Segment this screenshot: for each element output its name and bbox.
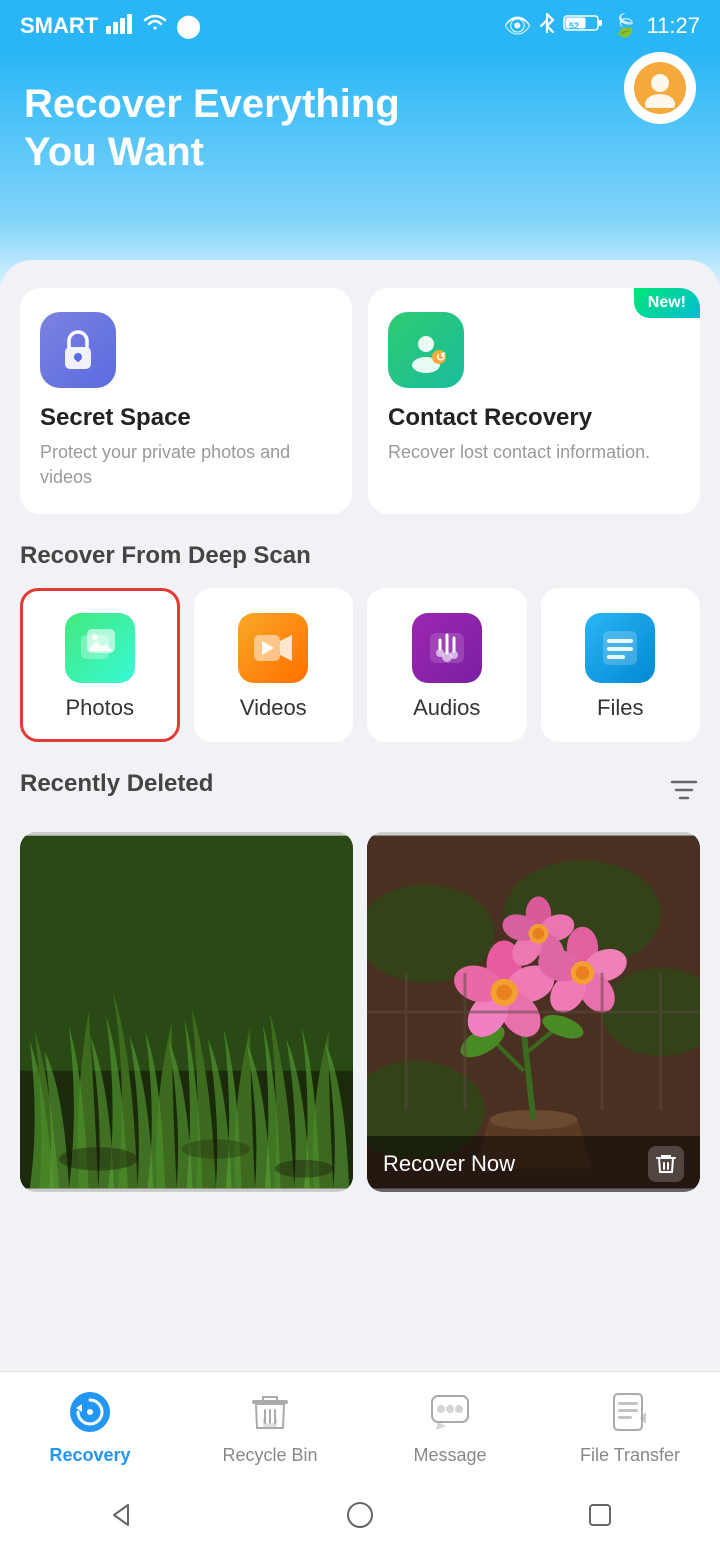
recently-deleted-header: Recently Deleted: [20, 770, 700, 816]
secret-space-card[interactable]: Secret Space Protect your private photos…: [20, 288, 352, 514]
card-icon-wrap-contact: ↺: [388, 312, 680, 388]
recently-deleted-title: Recently Deleted: [20, 770, 213, 798]
recycle-bin-nav-icon: [248, 1390, 292, 1439]
status-right: 👁 52 🍃 11:27: [503, 12, 700, 40]
recover-now-bar[interactable]: Recover Now: [367, 1136, 700, 1192]
scan-item-videos[interactable]: Videos: [194, 588, 354, 742]
circle-indicator: ⬤: [176, 13, 201, 39]
audios-icon: [412, 613, 482, 683]
lock-icon: [40, 312, 116, 388]
avatar-button[interactable]: [624, 52, 696, 124]
carrier-name: SMART: [20, 13, 98, 39]
svg-text:↺: ↺: [436, 350, 446, 364]
contact-recovery-card[interactable]: New! ↺ Contact Recovery Recover lost con…: [368, 288, 700, 514]
recents-button[interactable]: [578, 1493, 622, 1540]
card-icon-wrap-secret: [40, 312, 332, 388]
bluetooth-icon: [539, 12, 555, 40]
battery-icon: 52: [563, 13, 603, 39]
message-nav-icon: [428, 1390, 472, 1439]
scan-item-photos[interactable]: Photos: [20, 588, 180, 742]
wifi-icon: [142, 12, 168, 40]
nav-item-recycle-bin[interactable]: Recycle Bin: [180, 1384, 360, 1472]
secret-space-desc: Protect your private photos and videos: [40, 440, 332, 490]
scan-grid: Photos Videos: [20, 588, 700, 742]
contact-icon: ↺: [388, 312, 464, 388]
scan-item-files[interactable]: Files: [541, 588, 701, 742]
photo-thumb-grass[interactable]: [20, 832, 353, 1192]
clock-time: 11:27: [647, 13, 700, 39]
videos-label: Videos: [240, 695, 307, 721]
system-nav-bar: [0, 1479, 720, 1560]
recycle-bin-nav-label: Recycle Bin: [222, 1445, 317, 1466]
status-bar: SMART ⬤ 👁: [0, 0, 720, 52]
filter-button[interactable]: [668, 774, 700, 813]
files-icon: [585, 613, 655, 683]
avatar-icon: [634, 62, 686, 114]
status-left: SMART ⬤: [20, 12, 201, 40]
deep-scan-title: Recover From Deep Scan: [20, 542, 700, 570]
message-nav-label: Message: [413, 1445, 486, 1466]
feature-cards: Secret Space Protect your private photos…: [20, 288, 700, 514]
recover-now-label: Recover Now: [383, 1151, 515, 1177]
signal-icon: [106, 12, 134, 40]
photos-label: Photos: [66, 695, 135, 721]
photo-grid: Recover Now: [20, 832, 700, 1192]
bottom-nav: Recovery Recycle Bin: [0, 1371, 720, 1480]
secret-space-title: Secret Space: [40, 404, 332, 432]
photo-thumb-flower[interactable]: Recover Now: [367, 832, 700, 1192]
contact-recovery-desc: Recover lost contact information.: [388, 440, 680, 465]
svg-text:52: 52: [569, 21, 579, 31]
eye-icon: 👁: [503, 13, 531, 39]
file-transfer-nav-icon: [608, 1390, 652, 1439]
videos-icon: [238, 613, 308, 683]
files-label: Files: [597, 695, 643, 721]
recover-icon: [648, 1146, 684, 1182]
nav-item-file-transfer[interactable]: File Transfer: [540, 1384, 720, 1472]
header-area: Recover Everything You Want: [0, 52, 720, 292]
main-content: Secret Space Protect your private photos…: [0, 260, 720, 1392]
file-transfer-nav-label: File Transfer: [580, 1445, 680, 1466]
header-title: Recover Everything You Want: [24, 68, 504, 176]
photos-icon: [65, 613, 135, 683]
recovery-nav-label: Recovery: [49, 1445, 130, 1466]
leaf-icon: 🍃: [611, 13, 638, 39]
contact-recovery-title: Contact Recovery: [388, 404, 680, 432]
audios-label: Audios: [413, 695, 480, 721]
recovery-nav-icon: [68, 1390, 112, 1439]
new-badge: New!: [634, 288, 700, 318]
nav-item-recovery[interactable]: Recovery: [0, 1384, 180, 1472]
nav-item-message[interactable]: Message: [360, 1384, 540, 1472]
scan-item-audios[interactable]: Audios: [367, 588, 527, 742]
home-button[interactable]: [338, 1493, 382, 1540]
back-button[interactable]: [98, 1493, 142, 1540]
